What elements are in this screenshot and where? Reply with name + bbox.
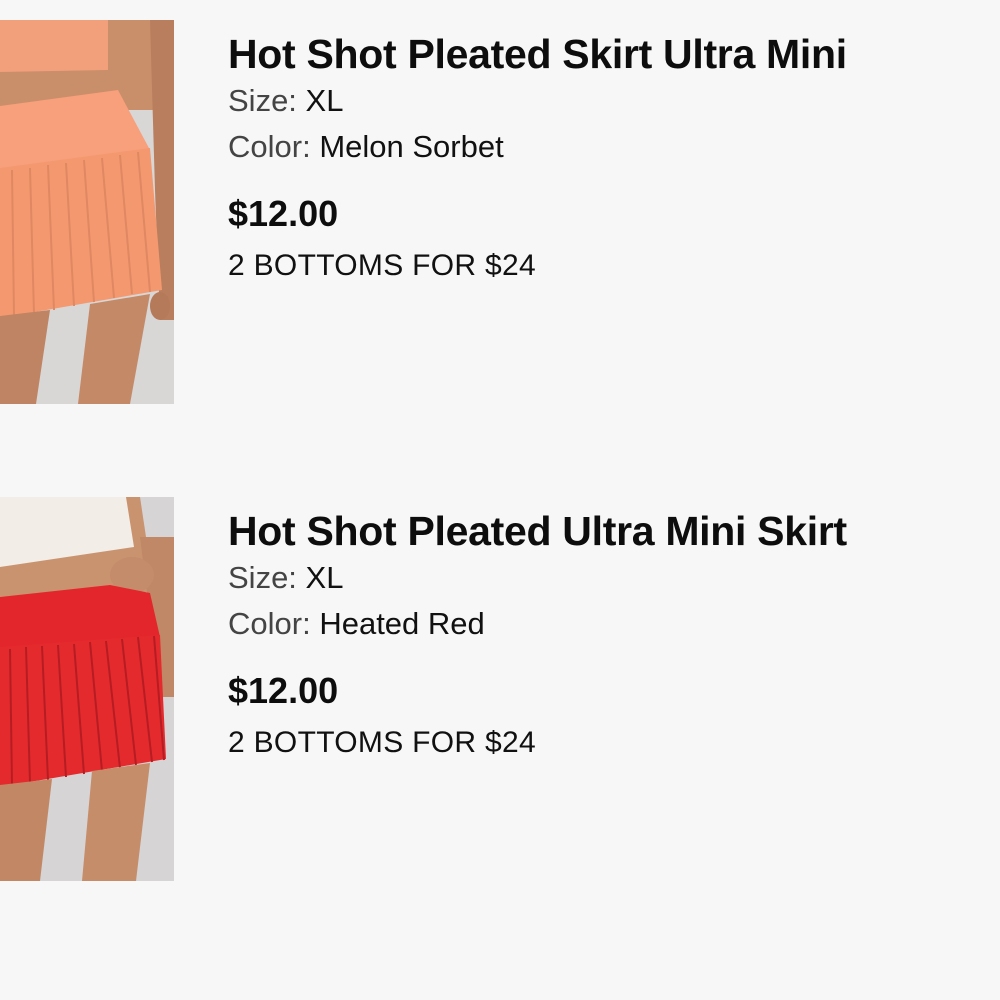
color-value: Heated Red <box>319 606 485 641</box>
item-details: Hot Shot Pleated Skirt Ultra Mini Size: … <box>228 20 998 288</box>
item-price: $12.00 <box>228 670 339 711</box>
size-value: XL <box>305 83 344 118</box>
promo-text: 2 BOTTOMS FOR $24 <box>228 726 536 759</box>
color-label: Color: <box>228 129 311 164</box>
item-price: $12.00 <box>228 193 339 234</box>
size-label: Size: <box>228 560 297 595</box>
product-title[interactable]: Hot Shot Pleated Skirt Ultra Mini <box>228 30 998 78</box>
product-image[interactable] <box>0 20 174 404</box>
color-value: Melon Sorbet <box>319 129 504 164</box>
color-row: Color: Heated Red <box>228 601 998 647</box>
size-row: Size: XL <box>228 78 998 124</box>
product-title[interactable]: Hot Shot Pleated Ultra Mini Skirt <box>228 507 998 555</box>
size-row: Size: XL <box>228 555 998 601</box>
item-details: Hot Shot Pleated Ultra Mini Skirt Size: … <box>228 497 998 765</box>
size-value: XL <box>305 560 344 595</box>
color-row: Color: Melon Sorbet <box>228 124 998 170</box>
product-image[interactable] <box>0 497 174 881</box>
color-label: Color: <box>228 606 311 641</box>
promo-text: 2 BOTTOMS FOR $24 <box>228 249 536 282</box>
cart-page: Hot Shot Pleated Skirt Ultra Mini Size: … <box>0 0 1000 1000</box>
size-label: Size: <box>228 83 297 118</box>
